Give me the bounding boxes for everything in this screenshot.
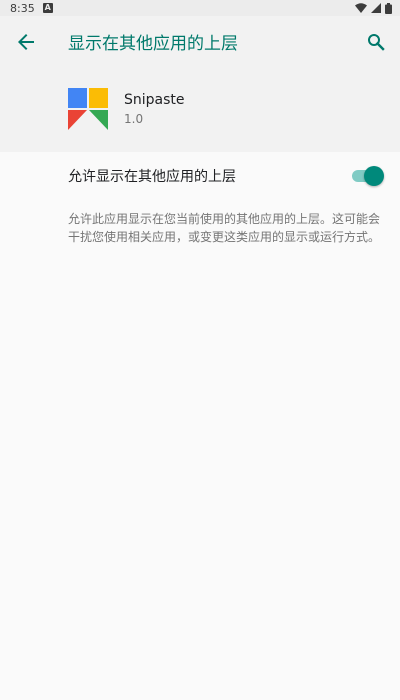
wifi-icon	[355, 3, 367, 13]
app-version: 1.0	[124, 112, 144, 126]
permission-summary: 允许此应用显示在您当前使用的其他应用的上层。这可能会干扰您使用相关应用，或变更这…	[68, 212, 381, 244]
status-left: 8:35 A	[10, 2, 53, 15]
permission-title: 允许显示在其他应用的上层	[68, 169, 236, 185]
app-header: Snipaste 1.0	[0, 72, 400, 152]
app-name: Snipaste	[124, 92, 185, 108]
search-icon	[367, 33, 385, 55]
status-icons	[355, 2, 392, 14]
snipaste-app-icon	[68, 88, 108, 132]
permission-switch[interactable]	[352, 166, 384, 186]
search-button[interactable]	[362, 30, 390, 58]
arrow-back-icon	[17, 33, 35, 55]
cell-signal-icon	[371, 3, 381, 13]
permission-toggle-row[interactable]: 允许显示在其他应用的上层	[0, 152, 400, 200]
back-button[interactable]	[12, 30, 40, 58]
battery-icon	[385, 2, 392, 14]
page-title: 显示在其他应用的上层	[68, 34, 238, 54]
app-bar: 显示在其他应用的上层	[0, 16, 400, 72]
status-time: 8:35	[10, 1, 35, 15]
notification-badge: A	[42, 3, 53, 13]
status-bar: 8:35 A	[0, 0, 400, 16]
switch-thumb	[364, 166, 384, 186]
